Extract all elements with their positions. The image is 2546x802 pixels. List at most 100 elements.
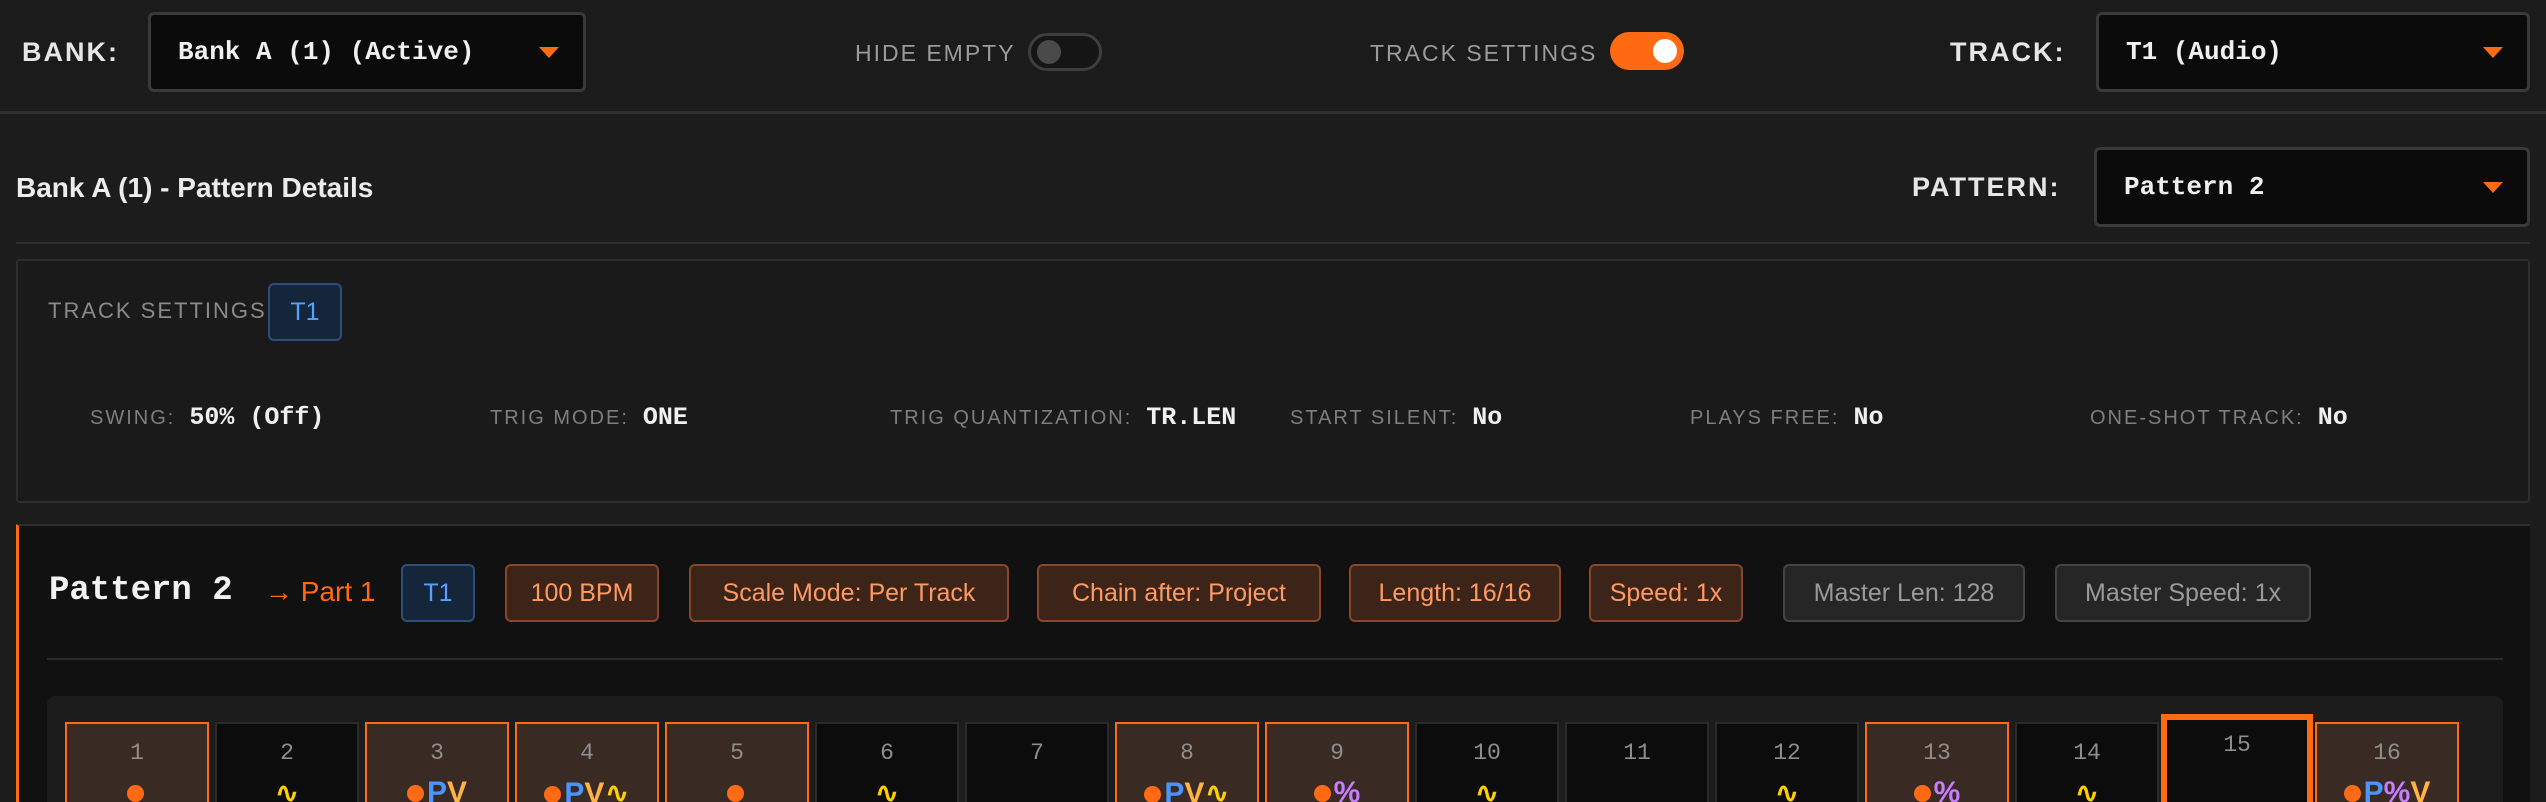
setting-value: TR.LEN — [1146, 403, 1237, 432]
trig-dot-icon — [544, 786, 562, 802]
probability-mark: % — [2383, 776, 2411, 802]
step-4[interactable]: 4 PV∿ — [515, 722, 659, 802]
velocity-lock-mark: V — [2410, 776, 2431, 802]
velocity-lock-mark: V — [447, 776, 468, 802]
step-number: 11 — [1623, 740, 1651, 766]
wave-icon: ∿ — [2074, 777, 2100, 802]
wave-icon: ∿ — [874, 777, 900, 802]
step-15[interactable]: 15 — [2161, 714, 2313, 802]
setting-value: ONE — [642, 403, 688, 432]
step-3[interactable]: 3 PV — [365, 722, 509, 802]
setting-value: No — [2317, 403, 2348, 432]
pitch-lock-mark: P — [1164, 777, 1185, 802]
hide-empty-label: HIDE EMPTY — [855, 40, 1016, 66]
step-14[interactable]: 14 ∿ — [2015, 722, 2159, 802]
trig-dot-icon — [2343, 785, 2361, 802]
step-number: 6 — [880, 740, 894, 766]
chain-after-chip[interactable]: Chain after: Project — [1037, 564, 1321, 622]
step-13[interactable]: 13% — [1865, 722, 2009, 802]
wave-icon: ∿ — [274, 777, 300, 802]
step-number: 2 — [280, 740, 294, 766]
step-11[interactable]: 11 — [1565, 722, 1709, 802]
step-16[interactable]: 16 P%V — [2315, 722, 2459, 802]
step-1[interactable]: 1 — [65, 722, 209, 802]
bank-select[interactable]: Bank A (1) (Active) — [148, 12, 586, 92]
pattern-select[interactable]: Pattern 2 — [2094, 147, 2530, 227]
track-select-value: T1 (Audio) — [2126, 37, 2283, 67]
velocity-lock-mark: V — [584, 777, 605, 802]
setting-key: TRIG MODE: — [490, 407, 629, 429]
bpm-chip[interactable]: 100 BPM — [505, 564, 659, 622]
step-marks: PV∿ — [517, 776, 657, 802]
trig-dot-icon — [1144, 786, 1162, 802]
step-marks: % — [1267, 776, 1407, 802]
chevron-down-icon — [2483, 182, 2503, 193]
pattern-panel: Pattern 2 → Part 1 T1 100 BPM Scale Mode… — [16, 524, 2530, 802]
setting-trig-quantization: TRIG QUANTIZATION: TR.LEN — [890, 403, 1236, 432]
probability-mark: % — [1933, 776, 1961, 802]
velocity-lock-mark: V — [1184, 777, 1205, 802]
toggle-knob — [1653, 39, 1677, 63]
setting-one-shot-track: ONE-SHOT TRACK: No — [2090, 403, 2348, 432]
chevron-down-icon — [2483, 47, 2503, 58]
step-12[interactable]: 12 ∿ — [1715, 722, 1859, 802]
setting-value: No — [1472, 403, 1503, 432]
pattern-select-value: Pattern 2 — [2124, 172, 2265, 202]
step-marks — [667, 776, 807, 802]
step-8[interactable]: 8 PV∿ — [1115, 722, 1259, 802]
pattern-track-chip[interactable]: T1 — [401, 564, 475, 622]
setting-swing: SWING: 50% (Off) — [90, 403, 324, 432]
bank-label: BANK: — [22, 37, 119, 67]
step-2[interactable]: 2 ∿ — [215, 722, 359, 802]
bank-select-value: Bank A (1) (Active) — [178, 37, 475, 67]
step-number: 13 — [1923, 740, 1951, 766]
step-marks: ∿ — [1417, 776, 1557, 802]
master-speed-chip: Master Speed: 1x — [2055, 564, 2311, 622]
step-6[interactable]: 6 ∿ — [815, 722, 959, 802]
step-number: 8 — [1180, 740, 1194, 766]
track-label: TRACK: — [1950, 37, 2066, 67]
step-number: 10 — [1473, 740, 1501, 766]
master-len-chip: Master Len: 128 — [1783, 564, 2025, 622]
setting-trig-mode: TRIG MODE: ONE — [490, 403, 688, 432]
top-bar: BANK: Bank A (1) (Active) HIDE EMPTY TRA… — [0, 0, 2546, 114]
step-9[interactable]: 9% — [1265, 722, 1409, 802]
step-number: 5 — [730, 740, 744, 766]
probability-mark: % — [1333, 776, 1361, 802]
setting-value: No — [1853, 403, 1884, 432]
setting-value: 50% (Off) — [189, 403, 325, 432]
wave-icon: ∿ — [604, 777, 630, 802]
trig-dot-icon — [727, 785, 744, 802]
scale-mode-chip[interactable]: Scale Mode: Per Track — [689, 564, 1009, 622]
trig-dot-icon — [406, 785, 424, 802]
setting-plays-free: PLAYS FREE: No — [1690, 403, 1883, 432]
divider — [16, 242, 2530, 244]
step-number: 7 — [1030, 740, 1044, 766]
wave-icon: ∿ — [1774, 777, 1800, 802]
setting-key: TRIG QUANTIZATION: — [890, 407, 1133, 429]
step-5[interactable]: 5 — [665, 722, 809, 802]
track-select[interactable]: T1 (Audio) — [2096, 12, 2530, 92]
pitch-lock-mark: P — [2363, 776, 2384, 802]
step-10[interactable]: 10 ∿ — [1415, 722, 1559, 802]
track-chip[interactable]: T1 — [268, 283, 342, 341]
trig-dot-icon — [1913, 785, 1931, 802]
step-marks: % — [1867, 776, 2007, 802]
length-chip[interactable]: Length: 16/16 — [1349, 564, 1561, 622]
chevron-down-icon — [539, 47, 559, 58]
step-number: 16 — [2373, 740, 2401, 766]
track-settings-label: TRACK SETTINGS — [1370, 40, 1598, 66]
step-number: 9 — [1330, 740, 1344, 766]
pitch-lock-mark: P — [564, 777, 585, 802]
step-number: 3 — [430, 740, 444, 766]
setting-start-silent: START SILENT: No — [1290, 403, 1502, 432]
part-link[interactable]: → Part 1 — [265, 576, 375, 608]
track-settings-toggle[interactable] — [1610, 32, 1684, 70]
step-7[interactable]: 7 — [965, 722, 1109, 802]
hide-empty-toggle[interactable] — [1028, 33, 1102, 71]
speed-chip[interactable]: Speed: 1x — [1589, 564, 1743, 622]
wave-icon: ∿ — [1474, 777, 1500, 802]
step-marks: ∿ — [217, 776, 357, 802]
pattern-details-title: Bank A (1) - Pattern Details — [16, 172, 374, 203]
setting-key: SWING: — [90, 407, 176, 429]
